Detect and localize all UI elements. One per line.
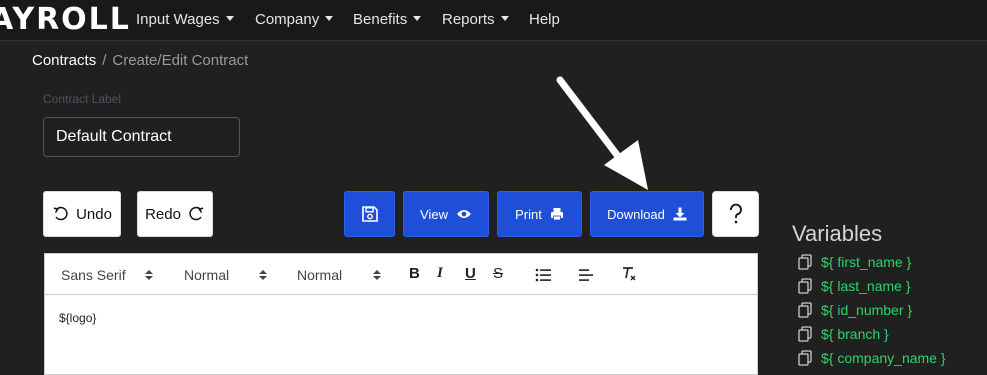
clear-format-icon[interactable] (621, 266, 637, 282)
nav-input-wages[interactable]: Input Wages (136, 11, 234, 28)
eye-icon (456, 210, 471, 218)
download-label: Download (607, 206, 665, 222)
nav-label: Company (255, 11, 320, 28)
copy-icon[interactable] (798, 254, 812, 270)
underline-button[interactable]: U (465, 265, 476, 282)
top-navbar: AYROLL Input Wages Company Benefits Repo… (0, 0, 987, 41)
nav-label: Help (529, 11, 560, 28)
nav-label: Reports (442, 11, 495, 28)
font-size-select[interactable]: Normal (184, 267, 229, 283)
select-arrows-icon (259, 270, 267, 280)
copy-icon[interactable] (798, 326, 812, 342)
breadcrumb-contracts[interactable]: Contracts (32, 52, 96, 69)
select-arrows-icon (145, 270, 153, 280)
contract-label-caption: Contract Label (43, 92, 122, 106)
download-icon (673, 207, 687, 221)
redo-icon (189, 206, 204, 221)
caret-down-icon (325, 15, 334, 21)
contract-label-input[interactable] (43, 117, 240, 157)
brand-logo[interactable]: AYROLL (0, 2, 131, 37)
breadcrumb: Contracts / Create/Edit Contract (32, 52, 248, 69)
strike-button[interactable]: S (493, 265, 503, 282)
variables-title: Variables (792, 221, 883, 246)
caret-down-icon (413, 15, 422, 21)
breadcrumb-separator: / (102, 52, 107, 69)
save-button[interactable] (344, 191, 395, 237)
caret-down-icon (225, 15, 234, 21)
bold-button[interactable]: B (409, 265, 420, 282)
undo-button[interactable]: Undo (43, 191, 121, 237)
nav-reports[interactable]: Reports (442, 11, 509, 28)
breadcrumb-current: Create/Edit Contract (112, 52, 249, 69)
save-icon (361, 206, 378, 222)
copy-icon[interactable] (798, 350, 812, 366)
nav-label: Benefits (353, 11, 408, 28)
editor-body[interactable]: ${logo} (44, 295, 758, 375)
print-button[interactable]: Print (497, 191, 582, 237)
bullet-list-icon[interactable] (535, 268, 551, 282)
variable-name: ${ id_number } (821, 302, 913, 318)
editor-toolbar: Sans Serif Normal Normal B I U S (44, 253, 758, 295)
variable-name: ${ company_name } (821, 350, 946, 366)
align-left-icon[interactable] (579, 268, 595, 282)
nav-company[interactable]: Company (255, 11, 334, 28)
italic-button[interactable]: I (437, 265, 443, 282)
copy-icon[interactable] (798, 302, 812, 318)
printer-icon (550, 208, 563, 221)
caret-down-icon (500, 15, 509, 21)
select-arrows-icon (373, 270, 381, 280)
nav-benefits[interactable]: Benefits (353, 11, 422, 28)
print-label: Print (515, 206, 542, 222)
question-icon (729, 203, 742, 224)
view-button[interactable]: View (403, 191, 489, 237)
download-button[interactable]: Download (590, 191, 704, 237)
editor-content: ${logo} (59, 311, 97, 325)
copy-icon[interactable] (798, 278, 812, 294)
redo-button[interactable]: Redo (137, 191, 213, 237)
variable-name: ${ branch } (821, 326, 889, 342)
view-label: View (420, 206, 448, 222)
heading-select[interactable]: Normal (297, 267, 342, 283)
redo-label: Redo (145, 205, 181, 223)
font-family-select[interactable]: Sans Serif (61, 267, 126, 283)
variable-name: ${ first_name } (821, 254, 912, 270)
undo-label: Undo (76, 205, 112, 223)
undo-icon (53, 206, 68, 221)
help-button[interactable] (712, 191, 759, 237)
variable-name: ${ last_name } (821, 278, 911, 294)
nav-label: Input Wages (136, 11, 220, 28)
nav-help[interactable]: Help (529, 11, 560, 28)
